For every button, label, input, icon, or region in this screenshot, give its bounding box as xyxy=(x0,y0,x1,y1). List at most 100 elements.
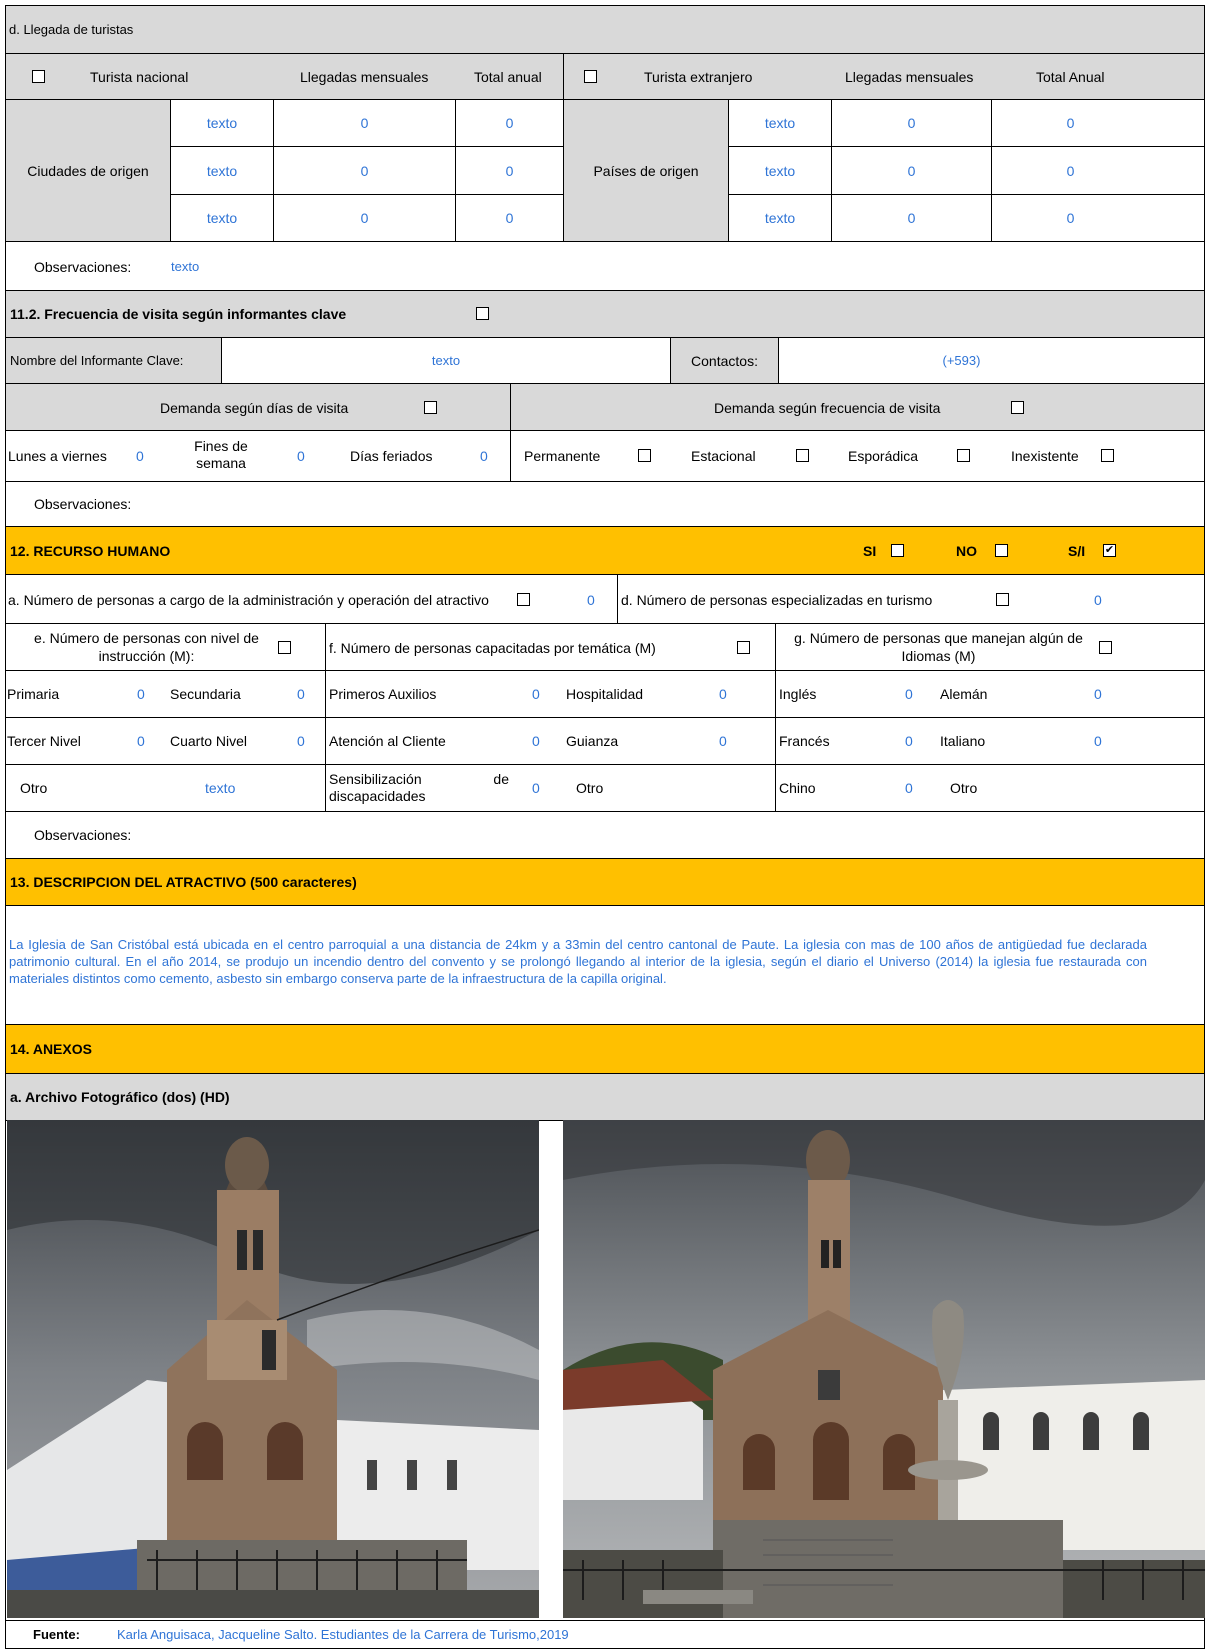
permanente-checkbox[interactable] xyxy=(638,449,651,462)
frances-value[interactable]: 0 xyxy=(905,733,913,749)
si-checkbox[interactable] xyxy=(891,544,904,557)
no-label: NO xyxy=(956,543,977,559)
otro-tematica-label: Otro xyxy=(576,780,604,796)
atencion-cliente-value[interactable]: 0 xyxy=(532,733,540,749)
church-photo-1 xyxy=(7,1120,539,1618)
nacional-label: Turista nacional xyxy=(90,69,189,85)
esporadica-checkbox[interactable] xyxy=(957,449,970,462)
idiomas-label: g. Número de personas que manejan algún … xyxy=(794,630,1083,664)
descripcion-title-row: 13. DESCRIPCION DEL ATRACTIVO (500 carac… xyxy=(5,858,1205,906)
instruccion-row-3: Otro texto xyxy=(5,764,326,812)
chino-value[interactable]: 0 xyxy=(905,780,913,796)
tercer-nivel-label: Tercer Nivel xyxy=(7,733,81,749)
fuente-label: Fuente: xyxy=(33,1627,80,1642)
aleman-value[interactable]: 0 xyxy=(1094,686,1102,702)
si-n-label: S/I xyxy=(1068,543,1086,559)
primeros-auxilios-value[interactable]: 0 xyxy=(532,686,540,702)
sn-checkbox-checked[interactable]: ✔ xyxy=(1103,544,1116,557)
frecuencia-row: Permanente Estacional Esporádica Inexist… xyxy=(510,430,1205,482)
extranjero-label: Turista extranjero xyxy=(644,69,753,85)
informante-input[interactable]: texto xyxy=(221,337,671,384)
personas-administracion-label: a. Número de personas a cargo de la admi… xyxy=(8,592,489,608)
personas-especializadas-value[interactable]: 0 xyxy=(1094,592,1102,608)
idiomas-checkbox[interactable] xyxy=(1099,641,1112,654)
pais-anual[interactable]: 0 xyxy=(991,146,1205,195)
inexistente-checkbox[interactable] xyxy=(1101,449,1114,462)
llegada-observaciones-row: Observaciones: texto xyxy=(5,241,1205,291)
contactos-input[interactable]: (+593) xyxy=(778,337,1205,384)
instruccion-header: e. Número de personas con nivel de instr… xyxy=(5,623,326,671)
fuente-value[interactable]: Karla Anguisaca, Jacqueline Salto. Estud… xyxy=(117,1627,569,1642)
llegada-extranjero-header: Turista extranjero Llegadas mensuales To… xyxy=(563,53,1205,100)
anexos-title: 14. ANEXOS xyxy=(10,1041,92,1057)
fines-value[interactable]: 0 xyxy=(297,448,305,464)
no-checkbox[interactable] xyxy=(995,544,1008,557)
llegadas-mensuales-header-2: Llegadas mensuales xyxy=(845,69,974,85)
pais-nombre[interactable]: texto xyxy=(728,146,832,195)
sensibilizacion-label: Sensibilización de discapacidades xyxy=(329,771,509,804)
ciudad-mensual[interactable]: 0 xyxy=(273,194,456,242)
ingles-value[interactable]: 0 xyxy=(905,686,913,702)
sensibilizacion-value[interactable]: 0 xyxy=(532,780,540,796)
fuente-row: Fuente: Karla Anguisaca, Jacqueline Salt… xyxy=(5,1620,1205,1649)
estacional-checkbox[interactable] xyxy=(796,449,809,462)
ciudad-nombre[interactable]: texto xyxy=(170,146,274,195)
fines-label: Fines de semana xyxy=(194,438,248,471)
total-anual-header: Total anual xyxy=(474,69,542,85)
hospitalidad-value[interactable]: 0 xyxy=(719,686,727,702)
ciudad-anual[interactable]: 0 xyxy=(455,194,564,242)
frances-label: Francés xyxy=(779,733,830,749)
italiano-label: Italiano xyxy=(940,733,986,749)
capacitadas-row-2: Atención al Cliente 0 Guianza 0 xyxy=(325,717,776,765)
descripcion-text[interactable]: La Iglesia de San Cristóbal está ubicada… xyxy=(9,936,1147,987)
pais-anual[interactable]: 0 xyxy=(991,99,1205,147)
pais-mensual[interactable]: 0 xyxy=(831,194,992,242)
guianza-value[interactable]: 0 xyxy=(719,733,727,749)
ciudad-nombre[interactable]: texto xyxy=(170,194,274,242)
frecuencia-checkbox[interactable] xyxy=(476,307,489,320)
tercer-nivel-value[interactable]: 0 xyxy=(137,733,145,749)
extranjero-checkbox[interactable] xyxy=(584,70,597,83)
observaciones-label: Observaciones: xyxy=(34,259,132,275)
ciudad-anual[interactable]: 0 xyxy=(455,146,564,195)
descripcion-box[interactable]: La Iglesia de San Cristóbal está ubicada… xyxy=(5,905,1205,1025)
personas-administracion-value[interactable]: 0 xyxy=(587,592,595,608)
demanda-dias-checkbox[interactable] xyxy=(424,401,437,414)
pais-mensual[interactable]: 0 xyxy=(831,146,992,195)
demanda-frecuencia-label: Demanda según frecuencia de visita xyxy=(714,400,941,416)
ingles-label: Inglés xyxy=(779,686,817,702)
ciudad-nombre[interactable]: texto xyxy=(170,99,274,147)
total-anual-header-2: Total Anual xyxy=(1036,69,1105,85)
descripcion-title: 13. DESCRIPCION DEL ATRACTIVO (500 carac… xyxy=(10,874,357,890)
italiano-value[interactable]: 0 xyxy=(1094,733,1102,749)
anexos-title-row: 14. ANEXOS xyxy=(5,1024,1205,1074)
personas-administracion-checkbox[interactable] xyxy=(517,593,530,606)
ciudad-mensual[interactable]: 0 xyxy=(273,99,456,147)
capacitadas-row-1: Primeros Auxilios 0 Hospitalidad 0 xyxy=(325,670,776,718)
personas-especializadas-checkbox[interactable] xyxy=(996,593,1009,606)
otro-instruccion-value[interactable]: texto xyxy=(205,780,235,796)
pais-nombre[interactable]: texto xyxy=(728,99,832,147)
cuarto-nivel-value[interactable]: 0 xyxy=(297,733,305,749)
ciudad-mensual[interactable]: 0 xyxy=(273,146,456,195)
hospitalidad-label: Hospitalidad xyxy=(566,686,644,702)
demanda-frecuencia-header: Demanda según frecuencia de visita xyxy=(510,383,1205,431)
pais-anual[interactable]: 0 xyxy=(991,194,1205,242)
instruccion-checkbox[interactable] xyxy=(278,641,291,654)
nacional-checkbox[interactable] xyxy=(32,70,45,83)
demanda-dias-label: Demanda según días de visita xyxy=(160,400,349,416)
recurso-observaciones-row: Observaciones: xyxy=(5,811,1205,859)
capacitadas-checkbox[interactable] xyxy=(737,641,750,654)
pais-nombre[interactable]: texto xyxy=(728,194,832,242)
observaciones-value[interactable]: texto xyxy=(171,259,199,274)
ciudad-anual[interactable]: 0 xyxy=(455,99,564,147)
atencion-cliente-label: Atención al Cliente xyxy=(329,733,446,749)
pais-mensual[interactable]: 0 xyxy=(831,99,992,147)
demanda-frecuencia-checkbox[interactable] xyxy=(1011,401,1024,414)
lunes-value[interactable]: 0 xyxy=(136,448,144,464)
personas-administracion-row: a. Número de personas a cargo de la admi… xyxy=(5,574,618,624)
feriados-value[interactable]: 0 xyxy=(480,448,488,464)
secundaria-value[interactable]: 0 xyxy=(297,686,305,702)
primaria-value[interactable]: 0 xyxy=(137,686,145,702)
idiomas-header: g. Número de personas que manejan algún … xyxy=(775,623,1205,671)
